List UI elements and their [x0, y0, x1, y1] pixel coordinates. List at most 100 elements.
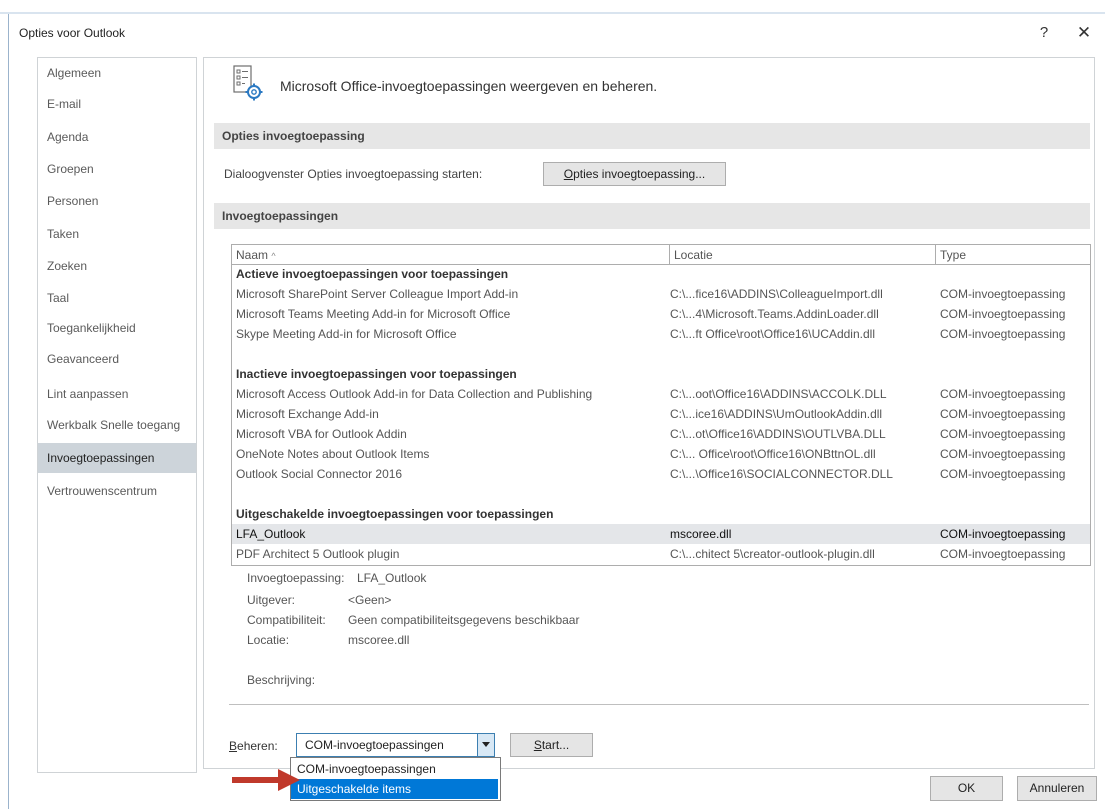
cell-type: COM-invoegtoepassing	[940, 287, 1066, 301]
addin-options-label: pties invoegtoepassing...	[573, 167, 706, 181]
sidebar-item-groepen[interactable]: Groepen	[38, 154, 196, 184]
column-header-naam[interactable]: Naam ^	[232, 245, 670, 265]
divider	[229, 704, 1089, 705]
cell-type: COM-invoegtoepassing	[940, 427, 1066, 441]
table-row[interactable]: OneNote Notes about Outlook Items C:\...…	[232, 444, 1090, 464]
cell-name: Microsoft Exchange Add-in	[236, 407, 379, 421]
addins-panel: Microsoft Office-invoegtoepassingen weer…	[203, 57, 1095, 769]
cell-location: C:\... Office\root\Office16\ONBttnOL.dll	[670, 447, 876, 461]
table-row-selected[interactable]: LFA_Outlook mscoree.dll COM-invoegtoepas…	[232, 524, 1090, 544]
table-row[interactable]: PDF Architect 5 Outlook plugin C:\...chi…	[232, 544, 1090, 564]
ok-button[interactable]: OK	[930, 776, 1003, 801]
group-header-disabled: Uitgeschakelde invoegtoepassingen voor t…	[236, 507, 554, 521]
addins-table: Naam ^ Locatie Type Actieve invoegtoepas…	[231, 244, 1091, 566]
detail-publisher-label: Uitgever:	[247, 593, 296, 607]
group-header-active: Actieve invoegtoepassingen voor toepassi…	[236, 267, 509, 281]
cell-name: Skype Meeting Add-in for Microsoft Offic…	[236, 327, 457, 341]
cell-location: mscoree.dll	[670, 527, 732, 541]
options-dialog-label: Dialoogvenster Opties invoegtoepassing s…	[224, 167, 483, 181]
table-row[interactable]: Outlook Social Connector 2016 C:\...\Off…	[232, 464, 1090, 484]
sidebar-item-vertrouwenscentrum[interactable]: Vertrouwenscentrum	[38, 476, 196, 506]
manage-label-rest: eheren:	[237, 739, 278, 753]
manage-select-value: COM-invoegtoepassingen	[305, 738, 444, 752]
start-button[interactable]: Start...	[510, 733, 593, 757]
cell-name: Microsoft Access Outlook Add-in for Data…	[236, 387, 593, 401]
panel-header: Microsoft Office-invoegtoepassingen weer…	[280, 78, 658, 94]
group-header-inactive: Inactieve invoegtoepassingen voor toepas…	[236, 367, 517, 381]
cell-location: C:\...ft Office\root\Office16\UCAddin.dl…	[670, 327, 875, 341]
sidebar-item-invoegtoepassingen[interactable]: Invoegtoepassingen	[38, 443, 196, 473]
table-row[interactable]: Skype Meeting Add-in for Microsoft Offic…	[232, 324, 1090, 344]
sidebar-item-email[interactable]: E-mail	[38, 89, 196, 119]
column-header-type[interactable]: Type	[936, 245, 1090, 265]
cell-name: OneNote Notes about Outlook Items	[236, 447, 430, 461]
start-accel: S	[533, 738, 542, 752]
cell-name: Microsoft SharePoint Server Colleague Im…	[236, 287, 519, 301]
cell-location: C:\...oot\Office16\ADDINS\ACCOLK.DLL	[670, 387, 887, 401]
dropdown-option-disabled-items[interactable]: Uitgeschakelde items	[291, 779, 498, 799]
help-button[interactable]: ?	[1029, 21, 1059, 45]
addins-section-title: Invoegtoepassingen	[214, 203, 1090, 229]
cell-type: COM-invoegtoepassing	[940, 407, 1066, 421]
cell-name: LFA_Outlook	[236, 527, 306, 541]
detail-addin-value: LFA_Outlook	[357, 571, 427, 585]
title-bar: Opties voor Outlook ? ✕	[9, 14, 1105, 52]
sidebar-item-lint-aanpassen[interactable]: Lint aanpassen	[38, 379, 196, 409]
detail-compat-label: Compatibiliteit:	[247, 613, 326, 627]
sidebar-item-taal[interactable]: Taal	[38, 283, 196, 313]
detail-location-label: Locatie:	[247, 633, 290, 647]
table-row[interactable]: Microsoft Teams Meeting Add-in for Micro…	[232, 304, 1090, 324]
red-arrow-icon	[230, 765, 302, 795]
column-header-naam-label: Naam	[236, 248, 269, 262]
cell-type: COM-invoegtoepassing	[940, 327, 1066, 341]
cell-location: C:\...fice16\ADDINS\ColleagueImport.dll	[670, 287, 883, 301]
detail-description-label: Beschrijving:	[247, 673, 316, 687]
table-row[interactable]: Microsoft Exchange Add-in C:\...ice16\AD…	[232, 404, 1090, 424]
manage-select[interactable]: COM-invoegtoepassingen	[296, 733, 495, 757]
detail-addin-label: Invoegtoepassing:	[247, 571, 345, 585]
sidebar-item-zoeken[interactable]: Zoeken	[38, 251, 196, 281]
sidebar-item-geavanceerd[interactable]: Geavanceerd	[38, 344, 196, 374]
start-label: tart...	[541, 738, 570, 752]
cell-location: C:\...chitect 5\creator-outlook-plugin.d…	[670, 547, 875, 561]
sidebar-item-taken[interactable]: Taken	[38, 219, 196, 249]
cell-type: COM-invoegtoepassing	[940, 307, 1066, 321]
sort-ascending-icon: ^	[271, 251, 276, 261]
column-header-locatie[interactable]: Locatie	[670, 245, 936, 265]
cell-name: Outlook Social Connector 2016	[236, 467, 403, 481]
cell-type: COM-invoegtoepassing	[940, 387, 1066, 401]
manage-label: Beheren:	[229, 739, 278, 753]
addins-gear-icon	[233, 65, 263, 101]
sidebar-item-algemeen[interactable]: Algemeen	[38, 58, 196, 88]
cell-location: C:\...4\Microsoft.Teams.AddinLoader.dll	[670, 307, 879, 321]
sidebar-item-personen[interactable]: Personen	[38, 186, 196, 216]
background-strip	[0, 0, 1105, 14]
cell-type: COM-invoegtoepassing	[940, 447, 1066, 461]
options-section-title: Opties invoegtoepassing	[214, 123, 1090, 149]
table-row[interactable]: Microsoft VBA for Outlook Addin C:\...ot…	[232, 424, 1090, 444]
addin-options-accel: O	[563, 167, 574, 181]
manage-dropdown-list: COM-invoegtoepassingen Uitgeschakelde it…	[290, 757, 501, 801]
table-row[interactable]: Microsoft Access Outlook Add-in for Data…	[232, 384, 1090, 404]
addin-options-button[interactable]: Opties invoegtoepassing...	[543, 162, 726, 186]
cell-location: C:\...ot\Office16\ADDINS\OUTLVBA.DLL	[670, 427, 886, 441]
cell-type: COM-invoegtoepassing	[940, 467, 1066, 481]
dropdown-option-com[interactable]: COM-invoegtoepassingen	[291, 759, 498, 779]
cell-name: Microsoft VBA for Outlook Addin	[236, 427, 407, 441]
detail-compat-value: Geen compatibiliteitsgegevens beschikbaa…	[348, 613, 580, 627]
cell-type: COM-invoegtoepassing	[940, 547, 1066, 561]
cell-name: Microsoft Teams Meeting Add-in for Micro…	[236, 307, 511, 321]
cell-name: PDF Architect 5 Outlook plugin	[236, 547, 400, 561]
close-button[interactable]: ✕	[1069, 21, 1099, 45]
detail-publisher-value: <Geen>	[348, 593, 392, 607]
dialog-title: Opties voor Outlook	[19, 26, 126, 40]
chevron-down-icon[interactable]	[477, 734, 494, 756]
manage-label-accel: B	[229, 739, 238, 753]
sidebar-item-werkbalk-snelle-toegang[interactable]: Werkbalk Snelle toegang	[38, 410, 196, 440]
sidebar-item-toegankelijkheid[interactable]: Toegankelijkheid	[38, 313, 196, 343]
table-row[interactable]: Microsoft SharePoint Server Colleague Im…	[232, 284, 1090, 304]
cancel-button[interactable]: Annuleren	[1017, 776, 1097, 801]
cell-location: C:\...\Office16\SOCIALCONNECTOR.DLL	[670, 467, 893, 481]
sidebar-item-agenda[interactable]: Agenda	[38, 122, 196, 152]
cell-location: C:\...ice16\ADDINS\UmOutlookAddin.dll	[670, 407, 883, 421]
